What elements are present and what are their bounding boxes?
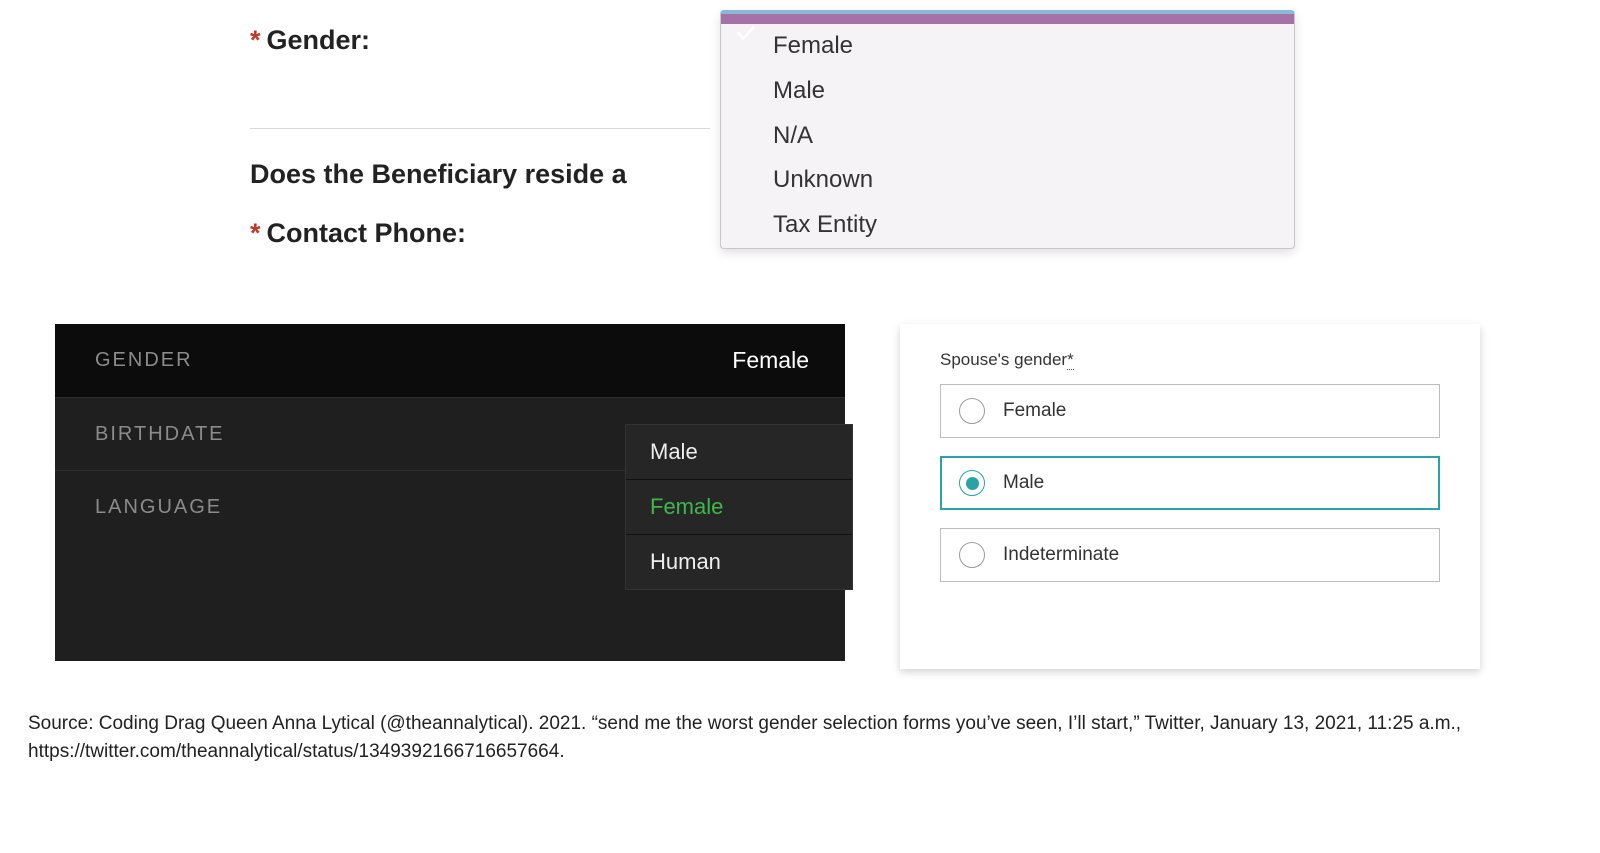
gender-option-unknown[interactable]: Unknown [721, 158, 1294, 203]
radio-icon [959, 470, 985, 496]
spouse-option-female[interactable]: Female [940, 384, 1440, 438]
gender-option-label: Tax Entity [773, 211, 877, 238]
radio-icon [959, 398, 985, 424]
gender-option-label: Female [773, 32, 853, 59]
gender-dropdown-popup[interactable]: Female Male N/A Unknown Tax Entity [720, 10, 1295, 249]
dark-option-male[interactable]: Male [626, 425, 852, 479]
spouse-option-male[interactable]: Male [940, 456, 1440, 510]
settings-row-gender[interactable]: GENDER Female [55, 324, 845, 397]
spouse-option-indeterminate[interactable]: Indeterminate [940, 528, 1440, 582]
spouse-gender-label: Spouse's gender* [940, 350, 1440, 370]
source-caption: Source: Coding Drag Queen Anna Lytical (… [28, 710, 1560, 765]
contact-phone-label: Contact Phone: [267, 218, 467, 249]
spouse-gender-label-text: Spouse's gender [940, 350, 1067, 369]
required-marker: * [250, 25, 261, 56]
settings-row-label: LANGUAGE [95, 496, 222, 519]
settings-row-label: BIRTHDATE [95, 423, 225, 446]
gender-option-na[interactable]: N/A [721, 114, 1294, 159]
gender-option-label: Male [773, 77, 825, 104]
divider [250, 128, 710, 129]
spouse-option-label: Indeterminate [1003, 544, 1119, 566]
dark-option-label: Female [650, 494, 723, 519]
required-marker: * [250, 218, 261, 249]
spouse-option-label: Female [1003, 400, 1066, 422]
gender-label: Gender: [267, 25, 371, 56]
dark-settings-panel: GENDER Female BIRTHDATE LANGUAGE Male Fe… [55, 324, 845, 661]
gender-option-label: Unknown [773, 166, 873, 193]
gender-option-tax-entity[interactable]: Tax Entity [721, 203, 1294, 248]
settings-row-label: GENDER [95, 349, 193, 372]
required-asterisk: * [1067, 350, 1074, 370]
spouse-option-label: Male [1003, 472, 1044, 494]
gender-option-male[interactable]: Male [721, 69, 1294, 114]
gender-option-blank[interactable] [721, 14, 1294, 24]
gender-dropdown-dark[interactable]: Male Female Human [625, 424, 853, 590]
dark-option-human[interactable]: Human [626, 535, 852, 589]
dark-option-label: Human [650, 549, 721, 574]
dark-option-female[interactable]: Female [626, 480, 852, 534]
spouse-gender-panel: Spouse's gender* Female Male Indetermina… [900, 324, 1480, 669]
dark-option-label: Male [650, 439, 698, 464]
caption-line-1: Source: Coding Drag Queen Anna Lytical (… [28, 710, 1560, 738]
caption-line-2: https://twitter.com/theannalytical/statu… [28, 738, 1560, 766]
gender-option-female[interactable]: Female [721, 24, 1294, 69]
settings-row-value: Female [732, 347, 809, 374]
gender-option-label: N/A [773, 122, 813, 149]
radio-icon [959, 542, 985, 568]
